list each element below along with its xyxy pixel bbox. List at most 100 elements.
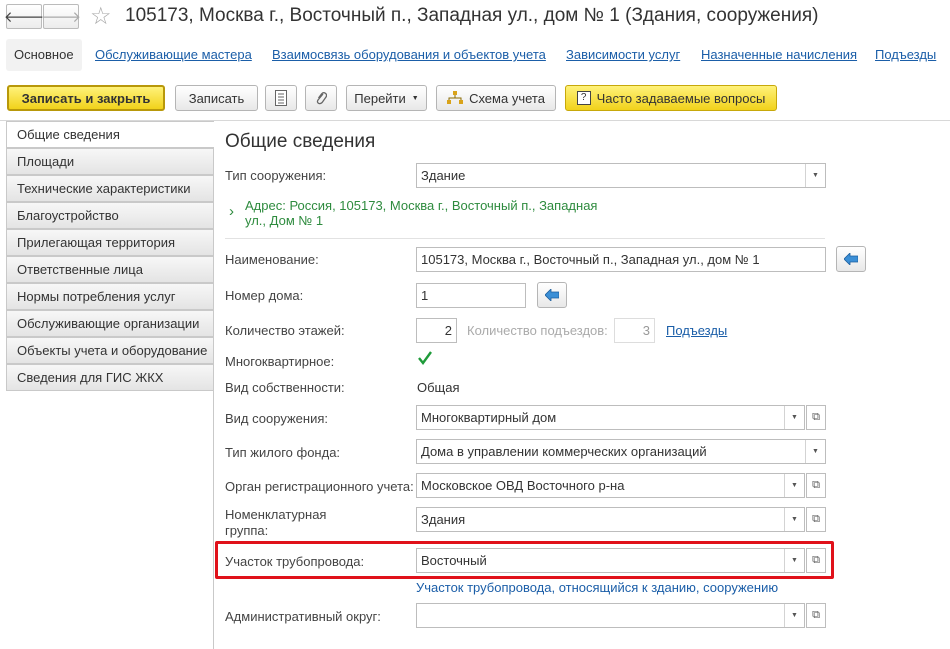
entrances-link[interactable]: Подъезды (666, 323, 727, 338)
chevron-down-icon[interactable]: ▼ (805, 440, 825, 463)
housing-type-select[interactable]: Дома в управлении коммерческих организац… (416, 439, 826, 464)
open-nomenclature-button[interactable]: ⧉ (806, 507, 826, 532)
favorite-star-icon[interactable]: ☆ (90, 2, 112, 31)
sidebar-item-improvement[interactable]: Благоустройство (6, 202, 214, 229)
sidebar-item-responsible[interactable]: Ответственные лица (6, 256, 214, 283)
arrow-left-fill-icon (545, 289, 559, 301)
building-kind-value: Многоквартирный дом (421, 410, 557, 425)
open-district-button[interactable]: ⧉ (806, 603, 826, 628)
open-icon: ⧉ (812, 513, 820, 525)
window-title: 105173, Москва г., Восточный п., Западна… (125, 5, 819, 26)
tab-bar: Основное Обслуживающие мастера Взаимосвя… (0, 39, 950, 71)
chevron-right-icon[interactable]: › (229, 203, 234, 220)
sidebar-item-general[interactable]: Общие сведения (6, 121, 214, 148)
pipeline-label: Участок трубопровода: (225, 554, 365, 569)
district-label: Административный округ: (225, 609, 381, 624)
fill-house-button[interactable] (537, 282, 567, 308)
ownership-label: Вид собственности: (225, 380, 345, 395)
nomenclature-label: Номенклатурная группа: (225, 507, 326, 539)
house-number-label: Номер дома: (225, 288, 304, 303)
chevron-down-icon[interactable]: ▼ (784, 508, 804, 531)
name-label: Наименование: (225, 252, 319, 267)
back-button[interactable]: 🡐 (3, 4, 45, 29)
open-registry-button[interactable]: ⧉ (806, 473, 826, 498)
sidebar-item-norms[interactable]: Нормы потребления услуг (6, 283, 214, 310)
nomenclature-label-line1: Номенклатурная (225, 507, 327, 522)
fill-name-button[interactable] (836, 246, 866, 272)
save-button[interactable]: Записать (175, 85, 258, 111)
building-kind-select[interactable]: Многоквартирный дом ▼ (416, 405, 805, 430)
save-and-close-label: Записать и закрыть (21, 90, 151, 106)
save-label: Записать (188, 90, 245, 106)
document-list-button[interactable] (265, 85, 297, 111)
sidebar-item-technical[interactable]: Технические характеристики (6, 175, 214, 202)
chevron-down-icon[interactable]: ▼ (784, 406, 804, 429)
chevron-down-icon: ▼ (411, 94, 419, 102)
sidebar-item-organizations[interactable]: Обслуживающие организации (6, 310, 214, 337)
pipeline-select[interactable]: Восточный ▼ (416, 548, 805, 573)
tab-masters[interactable]: Обслуживающие мастера (95, 39, 252, 71)
open-icon: ⧉ (812, 554, 820, 566)
open-icon: ⧉ (812, 479, 820, 491)
pipeline-value: Восточный (421, 553, 487, 568)
registry-label: Орган регистрационного учета: (225, 479, 414, 494)
housing-type-value: Дома в управлении коммерческих организац… (421, 444, 707, 459)
address-line2: ул., Дом № 1 (245, 213, 324, 228)
attach-button[interactable] (305, 85, 337, 111)
house-number-input[interactable]: 1 (416, 283, 526, 308)
page-title: Общие сведения (225, 131, 376, 152)
apartment-building-checkbox[interactable] (417, 350, 433, 366)
tab-main[interactable]: Основное (6, 39, 82, 71)
open-icon: ⧉ (812, 411, 820, 423)
scheme-label: Схема учета (469, 90, 545, 106)
tab-entrances[interactable]: Подъезды (875, 39, 936, 71)
open-pipeline-button[interactable]: ⧉ (806, 548, 826, 573)
floors-input[interactable]: 2 (416, 318, 457, 343)
open-icon: ⧉ (812, 609, 820, 621)
scheme-icon (447, 91, 464, 104)
type-value: Здание (421, 168, 466, 183)
sidebar-divider (213, 148, 214, 649)
chevron-down-icon[interactable]: ▼ (784, 549, 804, 572)
sidebar-item-areas[interactable]: Площади (6, 148, 214, 175)
address-line1: Адрес: Россия, 105173, Москва г., Восточ… (245, 198, 598, 213)
tab-equipment-relation[interactable]: Взаимосвязь оборудования и объектов учет… (272, 39, 546, 71)
list-icon (275, 90, 287, 106)
faq-button[interactable]: ? Часто задаваемые вопросы (565, 85, 777, 111)
forward-button[interactable]: 🡒 (40, 4, 82, 29)
sidebar-item-equipment[interactable]: Объекты учета и оборудование (6, 337, 214, 364)
address-link[interactable]: Адрес: Россия, 105173, Москва г., Восточ… (245, 198, 597, 228)
chevron-down-icon[interactable]: ▼ (805, 164, 825, 187)
nomenclature-select[interactable]: Здания ▼ (416, 507, 805, 532)
type-select[interactable]: Здание ▼ (416, 163, 826, 188)
tab-service-dependencies[interactable]: Зависимости услуг (566, 39, 680, 71)
separator (225, 238, 825, 239)
save-and-close-button[interactable]: Записать и закрыть (7, 85, 165, 111)
name-input[interactable]: 105173, Москва г., Восточный п., Западна… (416, 247, 826, 272)
registry-select[interactable]: Московское ОВД Восточного р-на ▼ (416, 473, 805, 498)
goto-label: Перейти (354, 90, 406, 106)
faq-label: Часто задаваемые вопросы (596, 90, 766, 106)
arrow-right-icon: 🡒 (40, 9, 82, 26)
help-icon: ? (576, 91, 591, 105)
district-select[interactable]: ▼ (416, 603, 805, 628)
housing-type-label: Тип жилого фонда: (225, 445, 341, 460)
sidebar-item-territory[interactable]: Прилегающая территория (6, 229, 214, 256)
arrow-left-icon: 🡐 (3, 9, 45, 26)
accounting-scheme-button[interactable]: Схема учета (436, 85, 556, 111)
sidebar-item-gis[interactable]: Сведения для ГИС ЖКХ (6, 364, 214, 391)
open-building-kind-button[interactable]: ⧉ (806, 405, 826, 430)
chevron-down-icon[interactable]: ▼ (784, 604, 804, 627)
paperclip-icon (316, 92, 327, 105)
goto-dropdown-button[interactable]: Перейти ▼ (346, 85, 427, 111)
checkmark-icon (418, 351, 432, 365)
pipeline-hint: Участок трубопровода, относящийся к здан… (416, 580, 779, 595)
ownership-value: Общая (417, 380, 460, 395)
type-label: Тип сооружения: (225, 168, 327, 183)
tab-charges[interactable]: Назначенные начисления (701, 39, 857, 71)
registry-value: Московское ОВД Восточного р-на (421, 478, 625, 493)
nomenclature-value: Здания (421, 512, 466, 527)
entrances-input: 3 (614, 318, 655, 343)
chevron-down-icon[interactable]: ▼ (784, 474, 804, 497)
arrow-left-fill-icon (844, 253, 858, 265)
